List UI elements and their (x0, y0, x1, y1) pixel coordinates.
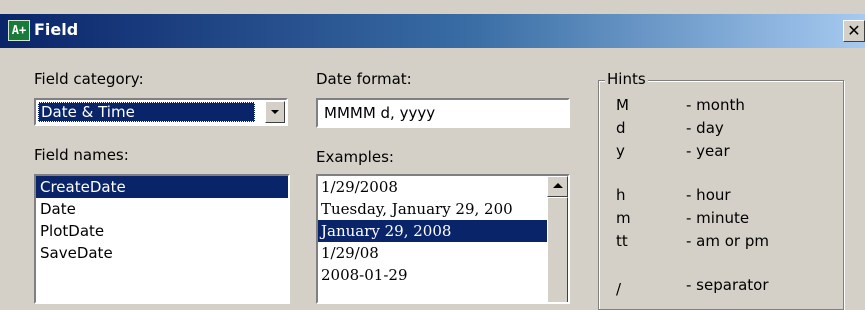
examples-label: Examples: (316, 148, 394, 166)
date-format-input[interactable]: MMMM d, yyyy (316, 98, 570, 128)
examples-scrollbar[interactable] (547, 176, 568, 302)
chevron-down-icon (271, 110, 279, 114)
field-names-list[interactable]: CreateDate Date PlotDate SaveDate (34, 174, 290, 304)
list-item[interactable]: CreateDate (36, 176, 288, 198)
field-names-label: Field names: (34, 146, 129, 164)
field-app-icon: A+ (8, 20, 30, 41)
list-item[interactable]: January 29, 2008 (318, 220, 547, 242)
hints-title: Hints (605, 70, 648, 88)
field-category-dropdown[interactable]: Date & Time (34, 98, 288, 126)
hint-symbol: tt (616, 232, 628, 250)
hint-description: - minute (686, 209, 750, 227)
examples-list[interactable]: 1/29/2008 Tuesday, January 29, 200 Janua… (316, 174, 570, 304)
list-item[interactable]: SaveDate (36, 242, 288, 264)
hint-symbol: y (616, 142, 625, 160)
hint-description: - hour (686, 186, 731, 204)
list-item[interactable]: 1/29/2008 (318, 176, 547, 198)
title-bar[interactable]: A+ Field ✕ (0, 14, 865, 48)
hint-symbol: M (616, 96, 629, 114)
hint-description: - year (686, 142, 730, 160)
arrow-up-icon (553, 183, 563, 188)
scroll-up-button[interactable] (547, 176, 568, 197)
scroll-thumb[interactable] (547, 197, 568, 302)
field-category-selected-value: Date & Time (38, 102, 255, 122)
close-button[interactable]: ✕ (843, 20, 865, 42)
hint-description: - separator (686, 276, 769, 294)
hint-description: - month (686, 96, 745, 114)
hint-symbol: / (616, 280, 622, 298)
hint-symbol: m (616, 209, 631, 227)
hint-symbol: d (616, 119, 626, 137)
field-category-label: Field category: (34, 70, 144, 88)
list-item[interactable]: PlotDate (36, 220, 288, 242)
list-item[interactable]: Date (36, 198, 288, 220)
date-format-label: Date format: (316, 70, 412, 88)
hint-symbol: h (616, 186, 626, 204)
hint-description: - am or pm (686, 232, 769, 250)
list-item[interactable]: Tuesday, January 29, 200 (318, 198, 547, 220)
dropdown-button[interactable] (265, 101, 285, 123)
window-title: Field (34, 20, 79, 39)
hint-description: - day (686, 119, 724, 137)
list-item[interactable]: 1/29/08 (318, 242, 547, 264)
close-icon: ✕ (847, 21, 861, 40)
list-item[interactable]: 2008-01-29 (318, 264, 547, 286)
